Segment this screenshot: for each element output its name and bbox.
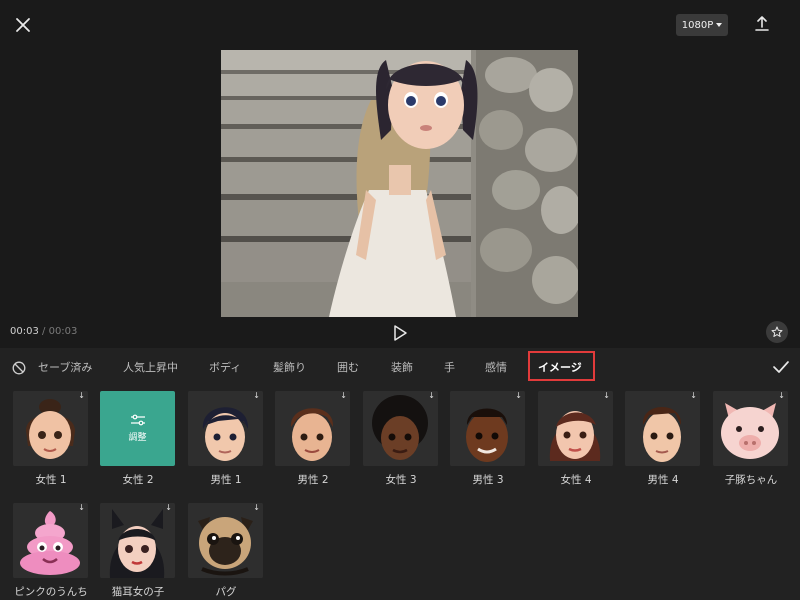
current-time: 00:03 — [10, 326, 39, 337]
play-icon[interactable] — [392, 324, 408, 342]
avatar-tile-piglet[interactable]: ↓ — [713, 391, 788, 466]
tab-emotion[interactable]: 感情 — [485, 359, 507, 375]
avatar-tile-cat-ear-girl[interactable]: ↓ — [100, 503, 175, 578]
caret-down-icon — [716, 23, 723, 27]
tab-image[interactable]: イメージ — [538, 359, 582, 375]
tab-saved[interactable]: セーブ済み — [38, 359, 92, 375]
close-icon[interactable] — [12, 14, 34, 36]
resolution-button[interactable]: 1080P — [676, 14, 728, 36]
avatar-label: 女性 4 — [560, 474, 592, 486]
download-arrow-icon: ↓ — [603, 391, 610, 400]
effects-panel: セーブ済み 人気上昇中 ボディ 髪飾り 囲む 装飾 手 感情 イメージ ↓ 女性… — [0, 348, 800, 600]
adjust-label: 調整 — [128, 433, 147, 443]
check-icon[interactable] — [772, 359, 790, 375]
avatar-tile-man-3[interactable]: ↓ — [450, 391, 525, 466]
tab-decoration[interactable]: 装飾 — [391, 359, 413, 375]
avatar-label: ピンクのうんち — [14, 586, 88, 598]
avatar-image — [450, 391, 525, 466]
tab-hair-accessories[interactable]: 髪飾り — [273, 359, 306, 375]
avatar-image — [713, 391, 788, 466]
avatar-label: 猫耳女の子 — [111, 586, 165, 598]
avatar-image — [625, 391, 700, 466]
resolution-label: 1080P — [681, 19, 714, 31]
tab-hand[interactable]: 手 — [444, 359, 455, 375]
avatar-label: 男性 3 — [472, 474, 504, 486]
avatar-tile-woman-4[interactable]: ↓ — [538, 391, 613, 466]
download-arrow-icon: ↓ — [78, 391, 85, 400]
download-arrow-icon: ↓ — [165, 503, 172, 512]
tab-trending[interactable]: 人気上昇中 — [123, 359, 178, 375]
time-separator: / — [42, 326, 46, 337]
download-arrow-icon: ↓ — [515, 391, 522, 400]
download-arrow-icon: ↓ — [340, 391, 347, 400]
download-arrow-icon: ↓ — [253, 391, 260, 400]
avatar-tile-man-4[interactable]: ↓ — [625, 391, 700, 466]
video-preview[interactable] — [221, 50, 578, 317]
download-arrow-icon: ↓ — [78, 503, 85, 512]
avatar-tile-pink-poop[interactable]: ↓ — [13, 503, 88, 578]
sliders-icon — [130, 414, 145, 426]
download-arrow-icon: ↓ — [778, 391, 785, 400]
avatar-image — [275, 391, 350, 466]
editor-top-area: 1080P 00:03 / 00:03 — [0, 0, 800, 348]
favorite-button[interactable] — [766, 321, 788, 343]
category-tabs: セーブ済み 人気上昇中 ボディ 髪飾り 囲む 装飾 手 感情 イメージ — [0, 348, 800, 386]
star-icon — [771, 326, 783, 337]
adjust-overlay[interactable]: 調整 — [100, 391, 175, 466]
avatar-label: 女性 2 — [122, 474, 154, 486]
avatar-image — [100, 503, 175, 578]
avatar-image — [538, 391, 613, 466]
download-arrow-icon: ↓ — [690, 391, 697, 400]
avatar-tile-man-2[interactable]: ↓ — [275, 391, 350, 466]
avatar-image — [188, 503, 263, 578]
avatar-label: 男性 1 — [210, 474, 242, 486]
tab-body[interactable]: ボディ — [209, 359, 241, 375]
avatar-tile-pug[interactable]: ↓ — [188, 503, 263, 578]
avatar-image — [13, 391, 88, 466]
playback-time: 00:03 / 00:03 — [10, 326, 77, 337]
avatar-tile-man-1[interactable]: ↓ — [188, 391, 263, 466]
avatar-image — [188, 391, 263, 466]
avatar-tile-woman-1[interactable]: ↓ — [13, 391, 88, 466]
stone-wall — [476, 50, 578, 317]
download-arrow-icon: ↓ — [253, 503, 260, 512]
avatar-label: 女性 3 — [385, 474, 417, 486]
avatar-label: 男性 4 — [647, 474, 679, 486]
avatar-image — [363, 391, 438, 466]
no-effect-icon[interactable] — [12, 361, 26, 375]
avatar-tile-woman-3[interactable]: ↓ — [363, 391, 438, 466]
avatar-label: 子豚ちゃん — [724, 474, 778, 486]
tab-frame[interactable]: 囲む — [337, 359, 359, 375]
avatar-label: パグ — [215, 586, 237, 598]
avatar-label: 男性 2 — [297, 474, 329, 486]
export-icon[interactable] — [752, 14, 772, 34]
avatar-image — [13, 503, 88, 578]
preview-image — [221, 50, 578, 317]
download-arrow-icon: ↓ — [428, 391, 435, 400]
avatar-tile-woman-2[interactable]: 調整 — [100, 391, 175, 466]
total-time: 00:03 — [48, 326, 78, 337]
avatar-label: 女性 1 — [35, 474, 67, 486]
